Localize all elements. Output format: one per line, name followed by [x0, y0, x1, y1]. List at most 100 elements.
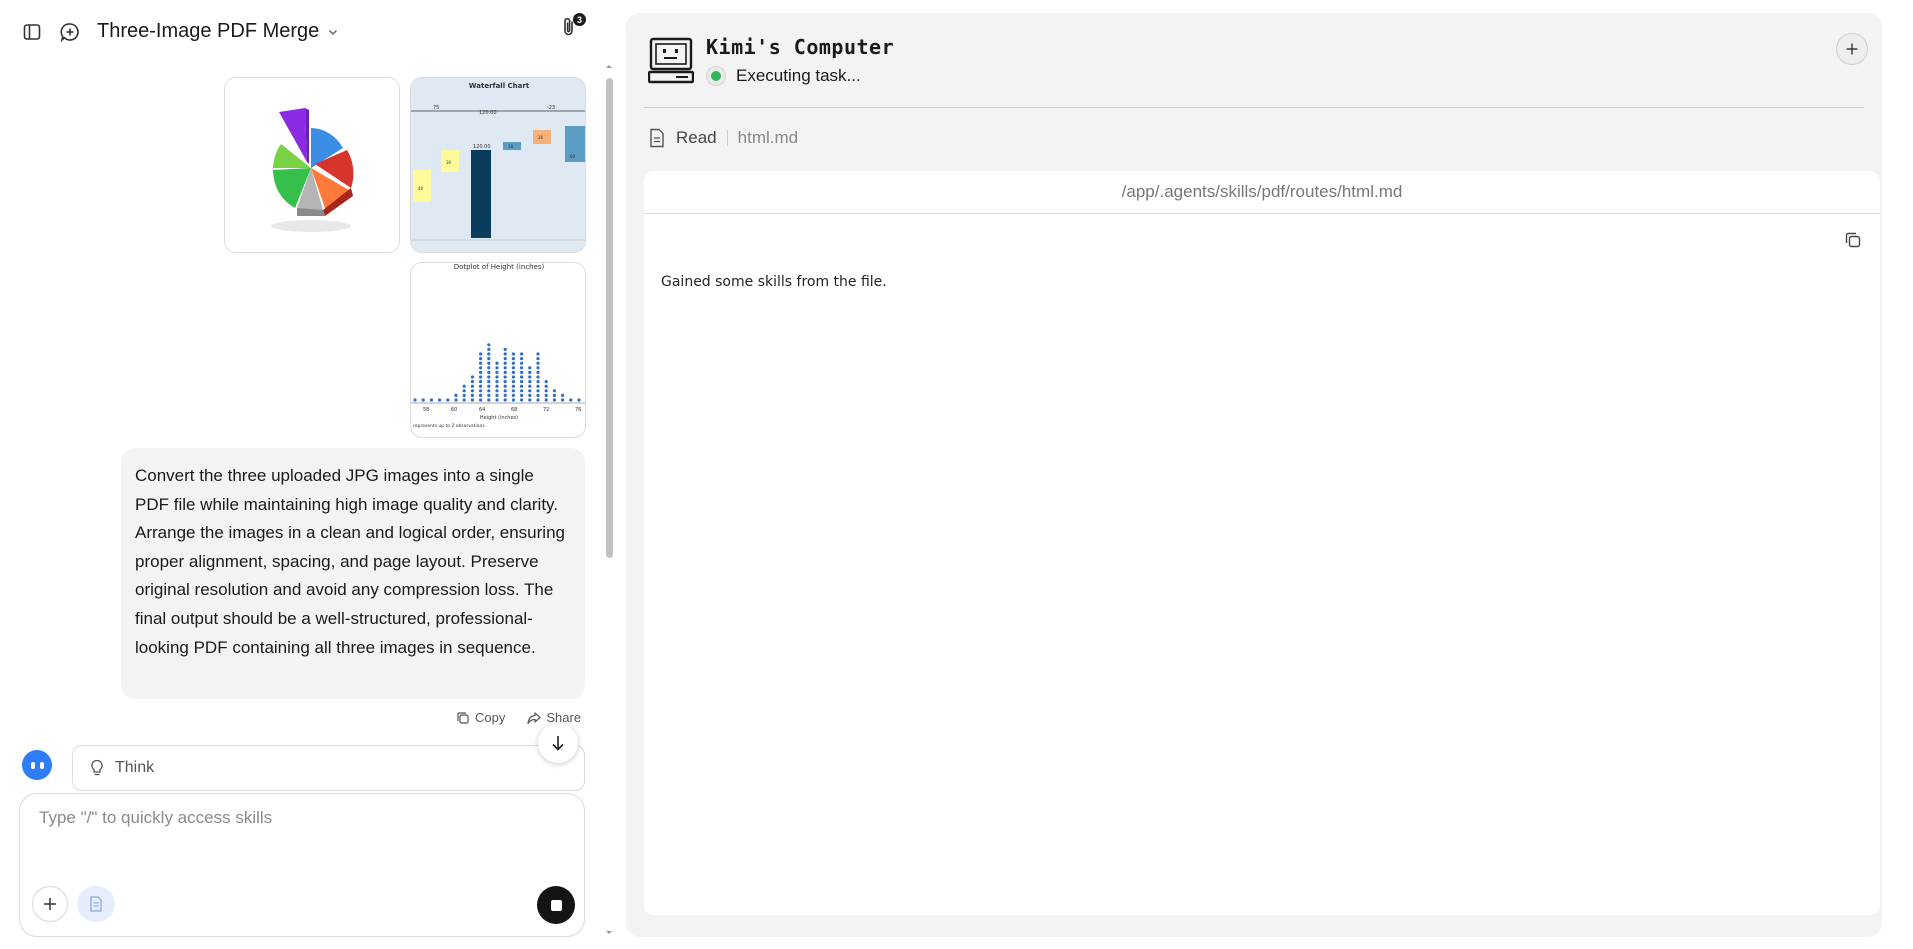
dotplot-dot — [520, 375, 524, 379]
action-file: html.md — [737, 128, 799, 147]
status-text: Executing task... — [736, 66, 861, 85]
dotplot-dot — [454, 393, 458, 397]
computer-icon — [647, 37, 695, 90]
panel-add-button[interactable] — [1836, 33, 1868, 65]
waterfall-bar-label: 40 — [418, 186, 424, 191]
dotplot-dot — [495, 389, 499, 393]
dotplot-dot — [487, 352, 491, 356]
dotplot-dot — [511, 375, 515, 379]
chat-title[interactable]: Three-Image PDF Merge — [97, 20, 339, 43]
dotplot-dot — [495, 380, 499, 384]
dotplot-tick: 68 — [511, 407, 517, 413]
copy-button[interactable]: Copy — [456, 710, 505, 725]
dotplot-tick: 58 — [423, 407, 429, 413]
share-label: Share — [546, 710, 582, 725]
share-icon — [527, 711, 541, 724]
dotplot-dot — [511, 393, 515, 397]
dotplot-dot — [470, 398, 474, 402]
scroll-to-bottom-button[interactable] — [538, 723, 578, 763]
dotplot-dot — [520, 384, 524, 388]
waterfall-label: 120.00 — [479, 110, 497, 116]
dotplot-dot — [503, 357, 507, 361]
dotplot-dot — [520, 398, 524, 402]
dotplot-xlabel: Height (inches) — [480, 415, 518, 421]
dotplot-dot — [479, 357, 483, 361]
attachment-dotplot-image[interactable]: Dotplot of Height (inches) 58 60 64 68 7… — [410, 262, 586, 438]
dotplot-dot — [528, 370, 532, 374]
new-chat-icon[interactable] — [55, 17, 85, 47]
dotplot-dot — [487, 347, 491, 351]
dotplot-dot — [511, 352, 515, 356]
dotplot-dot — [454, 398, 458, 402]
dotplot-dot — [511, 361, 515, 365]
waterfall-chart-image: Waterfall Chart 75 120.00 -23 40 30 120.… — [411, 78, 585, 252]
separator — [726, 130, 728, 146]
scrollbar-thumb[interactable] — [606, 78, 613, 558]
dotplot-dot — [536, 370, 540, 374]
dotplot-dot — [462, 384, 466, 388]
sidebar-toggle-icon[interactable] — [17, 17, 47, 47]
chevron-down-icon — [329, 29, 338, 35]
dotplot-dot — [470, 384, 474, 388]
dotplot-dot — [446, 398, 450, 402]
dotplot-dot — [503, 384, 507, 388]
copy-icon — [1845, 232, 1861, 248]
dotplot-dot — [470, 389, 474, 393]
copy-content-button[interactable] — [1844, 231, 1862, 254]
dotplot-dot — [544, 389, 548, 393]
dotplot-dot — [552, 398, 556, 402]
dotplot-dot — [487, 384, 491, 388]
dotplot-dot — [479, 375, 483, 379]
dotplot-dot — [511, 380, 515, 384]
dotplot-dot — [479, 393, 483, 397]
waterfall-title: Waterfall Chart — [469, 82, 530, 90]
dotplot-dot — [487, 370, 491, 374]
dotplot-dot — [577, 398, 581, 402]
dotplot-dot — [561, 393, 565, 397]
attachment-count-badge: 3 — [573, 13, 586, 26]
dotplot-dot — [511, 366, 515, 370]
plus-icon — [44, 898, 56, 910]
status-indicator — [706, 66, 726, 86]
dotplot-dot — [536, 384, 540, 388]
think-toggle[interactable]: Think — [72, 745, 585, 791]
attachment-waterfall-image[interactable]: Waterfall Chart 75 120.00 -23 40 30 120.… — [410, 77, 586, 253]
computer-title: Kimi's Computer — [706, 35, 895, 59]
dotplot-dot — [503, 361, 507, 365]
dotplot-dot — [479, 366, 483, 370]
dotplot-dot — [487, 375, 491, 379]
current-action: Read html.md — [648, 128, 798, 148]
dotplot-note: represents up to 2 observations. — [413, 423, 486, 429]
dotplot-dot — [413, 398, 417, 402]
dotplot-dot — [479, 380, 483, 384]
attachments-button[interactable]: 3 — [560, 13, 586, 43]
dotplot-dot — [487, 357, 491, 361]
dotplot-dot — [569, 398, 573, 402]
dotplot-dot — [536, 366, 540, 370]
user-message: Convert the three uploaded JPG images in… — [121, 448, 585, 699]
dotplot-dot — [503, 352, 507, 356]
message-input[interactable] — [39, 808, 559, 828]
dotplot-dot — [520, 366, 524, 370]
add-button[interactable] — [32, 886, 68, 922]
chat-header: Three-Image PDF Merge 3 — [0, 0, 612, 64]
attachment-pie-image[interactable] — [224, 77, 400, 253]
dotplot-dot — [536, 375, 540, 379]
dotplot-dot — [503, 370, 507, 374]
stop-button[interactable] — [537, 886, 575, 924]
dotplot-dot — [536, 361, 540, 365]
dotplot-dot — [536, 357, 540, 361]
dotplot-dot — [520, 393, 524, 397]
dotplot-dot — [520, 380, 524, 384]
dotplot-dot — [561, 398, 565, 402]
dotplot-dot — [470, 380, 474, 384]
dotplot-dot — [520, 370, 524, 374]
document-mode-button[interactable] — [77, 886, 115, 922]
chat-scrollbar[interactable] — [605, 62, 613, 937]
scroll-down-arrow-icon — [606, 931, 612, 934]
dotplot-dot — [503, 398, 507, 402]
waterfall-bar-label: 30 — [446, 160, 452, 165]
dotplot-dot — [429, 398, 433, 402]
dotplot-dot — [438, 398, 442, 402]
waterfall-bar-label: 120.00 — [473, 144, 491, 150]
